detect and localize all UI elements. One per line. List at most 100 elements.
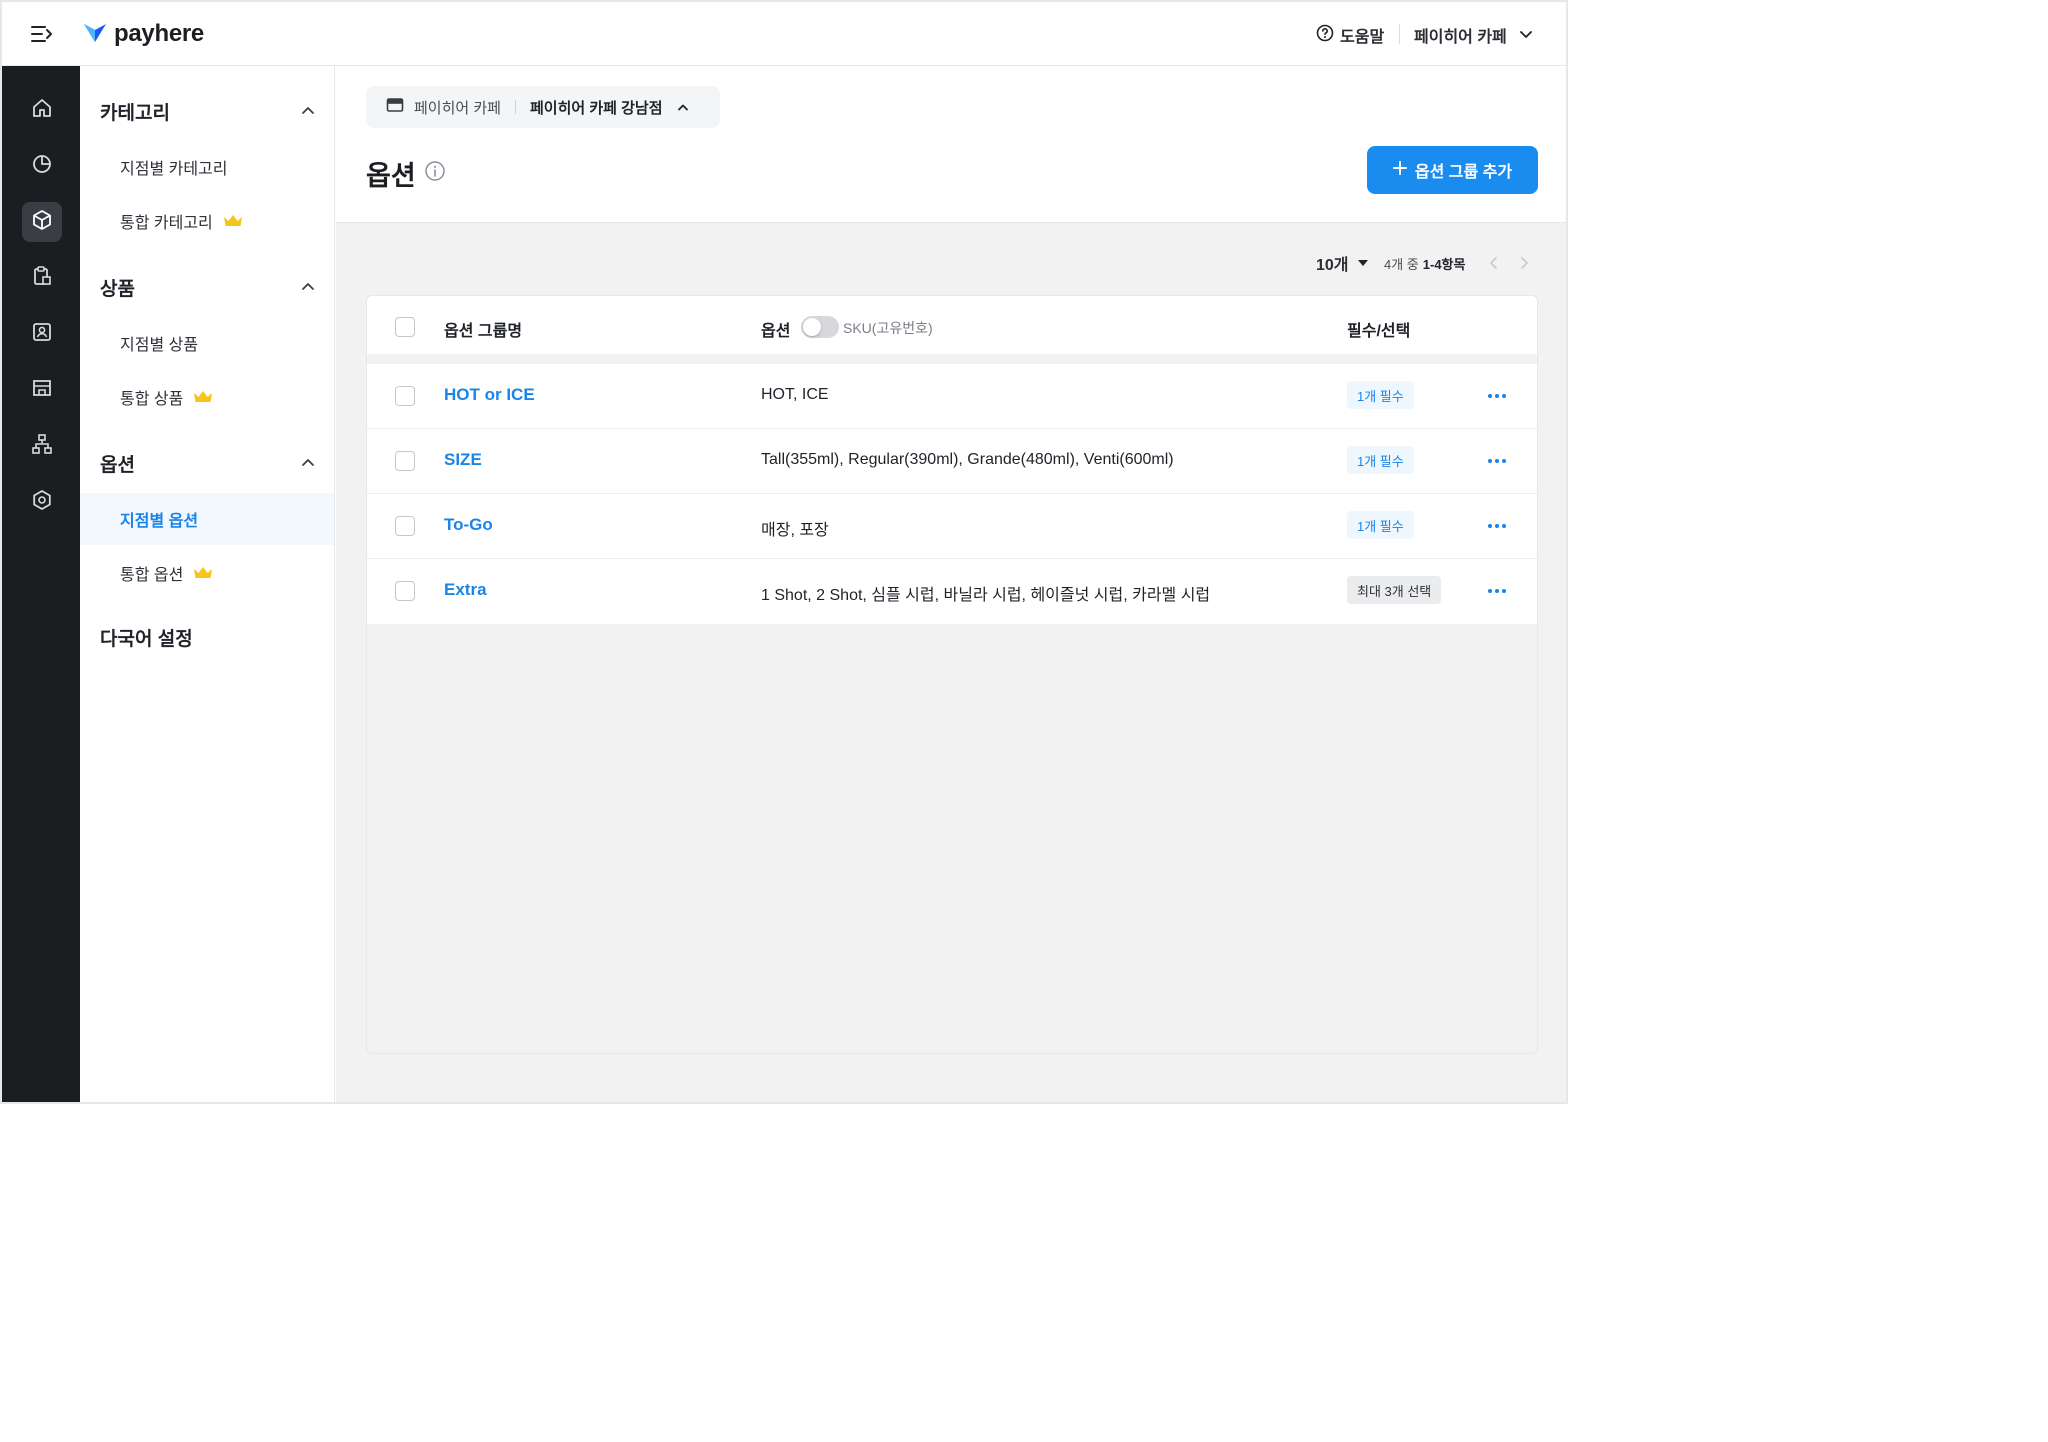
- help-label: 도움말: [1340, 29, 1385, 46]
- toggle-knob: [803, 318, 821, 336]
- sidebar-item-integrated-options[interactable]: 통합 옵션: [80, 547, 334, 599]
- section-title: 옵션: [100, 454, 135, 476]
- chevron-up-icon: [677, 99, 689, 116]
- section-language-settings[interactable]: 다국어 설정: [100, 622, 315, 652]
- caret-down-icon: [1357, 254, 1369, 272]
- column-group-name: 옵션 그룹명: [444, 323, 523, 340]
- page-title-text: 옵션: [366, 161, 416, 191]
- table-row[interactable]: Extra 1 Shot, 2 Shot, 심플 시럽, 바닐라 시럽, 헤이즐…: [367, 559, 1537, 624]
- section-options[interactable]: 옵션: [100, 448, 315, 478]
- chevron-up-icon: [301, 276, 315, 298]
- column-options: 옵션: [761, 323, 791, 340]
- section-category[interactable]: 카테고리: [100, 96, 315, 126]
- help-link[interactable]: 도움말: [1316, 22, 1384, 48]
- sidebar-item-label: 지점별 상품: [120, 337, 199, 354]
- select-all-checkbox[interactable]: [395, 317, 415, 337]
- sidebar-item-label: 통합 상품: [120, 391, 184, 408]
- sku-toggle[interactable]: [801, 316, 839, 338]
- rail-customers[interactable]: [22, 314, 62, 354]
- rail-home[interactable]: [22, 90, 62, 130]
- rail-store[interactable]: [22, 370, 62, 410]
- help-icon: [1316, 24, 1334, 47]
- row-checkbox[interactable]: [395, 386, 415, 406]
- main-content: 페이히어 카페 페이히어 카페 강남점 옵션 옵션 그룹 추가 10개 4개 중…: [336, 66, 1566, 1102]
- option-group-name[interactable]: SIZE: [444, 450, 482, 470]
- home-icon: [31, 97, 53, 124]
- store-icon: [31, 377, 53, 404]
- chevron-down-icon: [1519, 26, 1533, 44]
- gear-icon: [31, 489, 53, 516]
- more-icon[interactable]: [1485, 451, 1509, 471]
- row-checkbox[interactable]: [395, 581, 415, 601]
- option-list: 1 Shot, 2 Shot, 심플 시럽, 바닐라 시럽, 헤이즐넛 시럽, …: [761, 587, 1211, 604]
- option-list: HOT, ICE: [761, 386, 829, 403]
- crown-icon: [193, 566, 213, 580]
- option-group-name[interactable]: To-Go: [444, 515, 493, 535]
- sidebar-item-label: 통합 옵션: [120, 567, 184, 584]
- divider: [514, 100, 516, 114]
- sidebar-item-branch-options[interactable]: 지점별 옵션: [80, 493, 334, 545]
- menu-toggle-icon[interactable]: [30, 24, 54, 44]
- divider: [1399, 24, 1400, 44]
- sidebar-item-label: 통합 카테고리: [120, 215, 213, 232]
- store-selector[interactable]: 페이히어 카페 페이히어 카페 강남점: [366, 86, 720, 128]
- sidebar-item-integrated-products[interactable]: 통합 상품: [80, 371, 334, 423]
- rail-analytics[interactable]: [22, 146, 62, 186]
- more-icon[interactable]: [1485, 516, 1509, 536]
- box-icon: [31, 209, 53, 236]
- option-group-name[interactable]: Extra: [444, 580, 487, 600]
- rail-products[interactable]: [22, 202, 62, 242]
- sidebar-item-label: 지점별 카테고리: [120, 161, 228, 178]
- row-checkbox[interactable]: [395, 516, 415, 536]
- more-icon[interactable]: [1485, 581, 1509, 601]
- clipboard-icon: [31, 265, 53, 292]
- sidebar-item-branch-category[interactable]: 지점별 카테고리: [80, 141, 334, 193]
- crown-icon: [223, 214, 243, 228]
- requirement-badge: 최대 3개 선택: [1347, 576, 1442, 604]
- info-icon[interactable]: [424, 158, 446, 189]
- store-icon: [386, 97, 404, 117]
- brand-logo[interactable]: payhere: [82, 20, 204, 48]
- plus-icon: [1392, 160, 1407, 180]
- contact-icon: [31, 321, 53, 348]
- store-name: 페이히어 카페: [1414, 29, 1507, 46]
- page-count: 4개 중 1-4항목: [1384, 251, 1465, 275]
- requirement-badge: 1개 필수: [1347, 511, 1414, 539]
- page-title: 옵션: [366, 154, 446, 193]
- app-window: payhere 도움말 페이히어 카페 카테고리 지점별 카테고리 통합 카테고…: [0, 0, 1568, 1104]
- table-row[interactable]: HOT or ICE HOT, ICE 1개 필수: [367, 364, 1537, 429]
- rail-organization[interactable]: [22, 426, 62, 466]
- org-icon: [31, 433, 53, 460]
- section-title: 상품: [100, 278, 135, 300]
- sidebar-item-integrated-category[interactable]: 통합 카테고리: [80, 195, 334, 247]
- rail-settings[interactable]: [22, 482, 62, 522]
- page-header: 페이히어 카페 페이히어 카페 강남점 옵션 옵션 그룹 추가: [336, 66, 1566, 223]
- add-option-group-button[interactable]: 옵션 그룹 추가: [1367, 146, 1538, 194]
- option-list: Tall(355ml), Regular(390ml), Grande(480m…: [761, 451, 1174, 468]
- section-products[interactable]: 상품: [100, 272, 315, 302]
- add-button-label: 옵션 그룹 추가: [1414, 164, 1513, 181]
- table-row[interactable]: To-Go 매장, 포장 1개 필수: [367, 494, 1537, 559]
- page-size-value: 10개: [1316, 257, 1349, 274]
- section-title: 카테고리: [100, 102, 170, 124]
- chevron-up-icon: [301, 452, 315, 474]
- brand-name: payhere: [114, 20, 204, 47]
- page-count-prefix: 4개 중: [1384, 256, 1419, 272]
- requirement-badge: 1개 필수: [1347, 381, 1414, 409]
- table-header: 옵션 그룹명 옵션 SKU(고유번호) 필수/선택: [367, 296, 1537, 360]
- store-switcher[interactable]: 페이히어 카페: [1414, 22, 1533, 48]
- top-bar: payhere 도움말 페이히어 카페: [2, 2, 1566, 66]
- page-size-select[interactable]: 10개: [1316, 251, 1369, 275]
- next-page-icon[interactable]: [1516, 254, 1532, 272]
- option-group-name[interactable]: HOT or ICE: [444, 385, 535, 405]
- column-required: 필수/선택: [1347, 323, 1411, 340]
- row-checkbox[interactable]: [395, 451, 415, 471]
- more-icon[interactable]: [1485, 386, 1509, 406]
- icon-rail: [2, 66, 80, 1102]
- table-row[interactable]: SIZE Tall(355ml), Regular(390ml), Grande…: [367, 429, 1537, 494]
- crown-icon: [193, 390, 213, 404]
- options-table: 옵션 그룹명 옵션 SKU(고유번호) 필수/선택 HOT or ICE HOT…: [366, 295, 1538, 1054]
- prev-page-icon[interactable]: [1486, 254, 1502, 272]
- sidebar-item-branch-products[interactable]: 지점별 상품: [80, 317, 334, 369]
- rail-inventory[interactable]: [22, 258, 62, 298]
